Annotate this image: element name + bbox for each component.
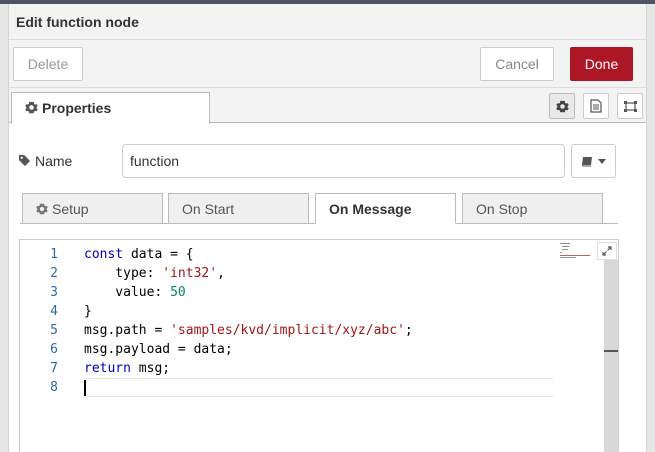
text-cursor xyxy=(84,380,86,396)
expand-editor-button[interactable] xyxy=(597,242,617,260)
line-number: 1 xyxy=(50,247,58,262)
line-number: 4 xyxy=(50,304,58,319)
line-number: 3 xyxy=(50,285,58,300)
book-icon xyxy=(581,156,592,166)
code-token: const xyxy=(84,247,124,262)
scrollbar-position-marker xyxy=(604,350,618,352)
code-token: value: xyxy=(84,285,171,300)
editor-gutter: 1 2 3 4 5 6 7 8 xyxy=(20,240,72,452)
code-line: value: 50 xyxy=(84,283,554,302)
line-number: 7 xyxy=(50,361,58,376)
tab-setup[interactable]: Setup xyxy=(22,193,163,224)
code-token: type: xyxy=(84,266,163,281)
code-token: msg.payload = data; xyxy=(84,342,233,357)
code-token: ; xyxy=(404,323,413,338)
dialog-toolbar: Delete Cancel Done xyxy=(9,40,646,88)
library-menu-button[interactable] xyxy=(571,144,616,178)
tag-icon xyxy=(18,154,31,167)
code-token: } xyxy=(84,304,92,319)
caret-down-icon xyxy=(598,158,606,164)
workspace-left-edge xyxy=(0,4,8,452)
gear-icon xyxy=(555,100,569,112)
appearance-view-button[interactable] xyxy=(617,93,643,119)
code-token: 50 xyxy=(170,285,186,300)
line-numbers: 1 2 3 4 5 6 7 8 xyxy=(20,245,58,397)
tab-setup-label: Setup xyxy=(52,201,89,217)
code-token: msg.path = xyxy=(84,323,171,338)
name-field-label: Name xyxy=(18,153,72,169)
delete-button[interactable]: Delete xyxy=(13,47,83,81)
code-line: msg.payload = data; xyxy=(84,340,554,359)
tab-on-stop[interactable]: On Stop xyxy=(462,193,603,224)
code-token: data = { xyxy=(123,247,194,262)
minimap[interactable] xyxy=(560,242,600,260)
function-subtabs: Setup On Start On Message On Stop xyxy=(20,192,618,224)
code-token: msg; xyxy=(130,361,171,376)
code-token: 'samples/kvd/implicit/xyz/abc' xyxy=(170,323,405,338)
done-button[interactable]: Done xyxy=(570,47,633,81)
code-token: , xyxy=(217,266,225,281)
code-token: 'int32' xyxy=(162,266,218,281)
line-number: 2 xyxy=(50,266,58,281)
tab-properties[interactable]: Properties xyxy=(11,92,210,124)
gear-icon xyxy=(36,203,48,215)
gear-icon xyxy=(25,101,38,114)
name-input[interactable] xyxy=(122,144,565,178)
code-editor[interactable]: 1 2 3 4 5 6 7 8 const data = { type: 'int32', v… xyxy=(19,239,619,452)
line-number: 6 xyxy=(50,342,58,357)
editor-scrollbar[interactable] xyxy=(604,260,618,452)
name-label-text: Name xyxy=(35,153,73,169)
tab-on-message[interactable]: On Message xyxy=(315,193,456,224)
tab-properties-label: Properties xyxy=(42,100,112,116)
cancel-button[interactable]: Cancel xyxy=(480,47,554,81)
line-number: 5 xyxy=(50,323,58,338)
tab-on-start[interactable]: On Start xyxy=(168,193,309,224)
document-icon xyxy=(590,99,602,113)
expand-icon xyxy=(602,246,612,256)
frame-icon xyxy=(623,100,637,112)
workspace-right-edge xyxy=(647,4,655,452)
dialog-tab-bar: Properties xyxy=(9,88,646,124)
code-line: } xyxy=(84,302,554,321)
dialog-title: Edit function node xyxy=(9,4,646,40)
code-token: return xyxy=(84,361,131,376)
code-content[interactable]: const data = { type: 'int32', value: 50}… xyxy=(84,245,554,397)
description-view-button[interactable] xyxy=(583,93,609,119)
properties-view-button[interactable] xyxy=(549,93,575,119)
code-line: msg.path = 'samples/kvd/implicit/xyz/abc… xyxy=(84,321,554,340)
code-line: return msg; xyxy=(84,359,554,378)
code-line: const data = { xyxy=(84,245,554,264)
code-line: type: 'int32', xyxy=(84,264,554,283)
line-number: 8 xyxy=(50,380,58,395)
